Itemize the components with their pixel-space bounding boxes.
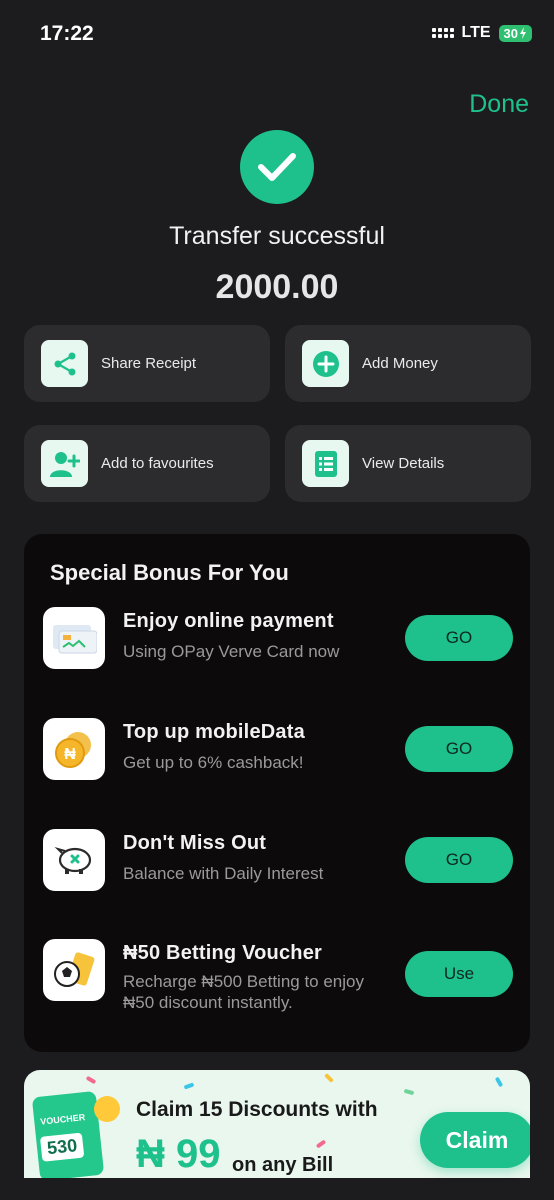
smile-emoji-icon — [94, 1096, 120, 1122]
special-bonus-panel: Special Bonus For You Enjoy online payme… — [24, 534, 530, 1052]
bonus-item-title: Don't Miss Out — [123, 832, 267, 854]
bonus-item-daily-interest: Don't Miss Out Balance with Daily Intere… — [43, 829, 513, 893]
go-button[interactable]: GO — [405, 726, 513, 772]
status-indicators: LTE 30 — [431, 24, 532, 42]
status-bar: 17:22 LTE 30 — [0, 0, 554, 70]
bonus-item-subtitle: Using OPay Verve Card now — [123, 642, 340, 661]
bonus-item-online-payment: Enjoy online payment Using OPay Verve Ca… — [43, 607, 513, 671]
add-to-favourites-label: Add to favourites — [101, 455, 214, 472]
bonus-item-title: Top up mobileData — [123, 721, 305, 743]
bonus-item-subtitle: Recharge ₦500 Betting to enjoy ₦50 disco… — [123, 972, 364, 1012]
list-icon — [302, 440, 349, 487]
svg-text:₦: ₦ — [64, 746, 76, 763]
done-button[interactable]: Done — [469, 90, 529, 119]
add-money-label: Add Money — [362, 355, 438, 372]
go-button[interactable]: GO — [405, 615, 513, 661]
share-icon — [41, 340, 88, 387]
voucher-label: VOUCHER — [39, 1112, 86, 1127]
plus-circle-icon — [302, 340, 349, 387]
card-icon — [43, 607, 105, 669]
claim-button[interactable]: Claim — [420, 1112, 530, 1168]
transfer-amount: 2000.00 — [215, 268, 339, 306]
signal-icon — [431, 28, 454, 38]
bonus-item-title: Enjoy online payment — [123, 610, 334, 632]
promo-suffix: on any Bill — [232, 1154, 334, 1176]
use-button[interactable]: Use — [405, 951, 513, 997]
share-receipt-label: Share Receipt — [101, 355, 197, 372]
status-time: 17:22 — [40, 22, 94, 45]
transfer-status-title: Transfer successful — [169, 222, 385, 250]
promo-headline: Claim 15 Discounts with — [136, 1098, 378, 1121]
battery-icon: 30 — [498, 24, 532, 42]
football-voucher-icon — [43, 939, 105, 1001]
view-details-button[interactable]: View Details — [285, 425, 531, 502]
bonus-title: Special Bonus For You — [50, 560, 289, 585]
voucher-number: 530 — [39, 1132, 85, 1162]
add-user-icon — [41, 440, 88, 487]
piggy-bank-icon — [43, 829, 105, 891]
coin-icon: ₦ — [43, 718, 105, 780]
add-to-favourites-button[interactable]: Add to favourites — [24, 425, 270, 502]
promo-banner[interactable]: VOUCHER 530 Claim 15 Discounts with ₦ 99… — [24, 1070, 530, 1178]
view-details-label: View Details — [362, 455, 445, 472]
battery-level: 30 — [503, 25, 518, 41]
go-button[interactable]: GO — [405, 837, 513, 883]
bonus-item-mobile-data: ₦ Top up mobileData Get up to 6% cashbac… — [43, 718, 513, 782]
bonus-item-title: ₦50 Betting Voucher — [123, 942, 323, 964]
add-money-button[interactable]: Add Money — [285, 325, 531, 402]
voucher-ticket-icon: VOUCHER 530 — [31, 1090, 105, 1178]
bonus-item-betting-voucher: ₦50 Betting Voucher Recharge ₦500 Bettin… — [43, 939, 513, 1012]
bonus-item-subtitle: Get up to 6% cashback! — [123, 753, 304, 772]
promo-price: ₦ 99 — [136, 1132, 221, 1176]
share-receipt-button[interactable]: Share Receipt — [24, 325, 270, 402]
checkmark-icon — [240, 130, 314, 204]
bonus-item-subtitle: Balance with Daily Interest — [123, 864, 324, 883]
network-label: LTE — [461, 24, 491, 41]
